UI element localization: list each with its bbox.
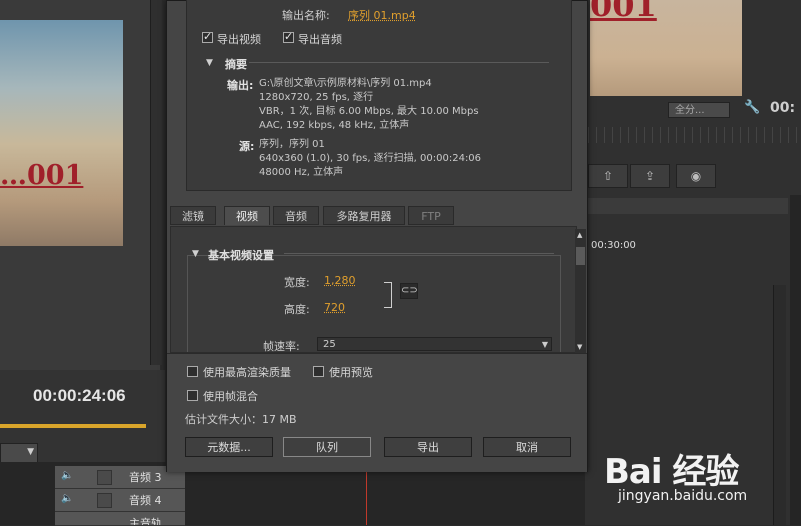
aspect-bracket: [384, 282, 392, 308]
export-button[interactable]: 导出: [384, 437, 472, 457]
output-line: AAC, 192 kbps, 48 kHz, 立体声: [259, 120, 410, 131]
export-settings-dialog: 输出名称: 序列 01.mp4 导出视频 导出音频 ▼ 摘要 输出: G:\原创…: [166, 0, 588, 472]
program-ruler[interactable]: [588, 127, 801, 143]
track-toggle[interactable]: [97, 493, 112, 508]
wrench-icon[interactable]: 🔧: [744, 100, 760, 115]
queue-button[interactable]: 队列: [283, 437, 371, 457]
output-line: VBR，1 次, 目标 6.00 Mbps, 最大 10.00 Mbps: [259, 106, 479, 117]
export-audio-label: 导出音频: [298, 33, 342, 46]
summary-collapse-triangle[interactable]: ▼: [206, 58, 213, 68]
frame-blend-label: 使用帧混合: [203, 390, 258, 403]
track-toggle[interactable]: [97, 470, 112, 485]
baidu-watermark: Bai 经验 jingyan.baidu.com: [600, 438, 801, 525]
scroll-thumb[interactable]: [576, 247, 585, 265]
framerate-label: 帧速率:: [263, 340, 300, 353]
frame-blend-checkbox[interactable]: [187, 390, 198, 401]
speaker-icon[interactable]: 🔈: [61, 470, 73, 482]
max-render-checkbox[interactable]: [187, 366, 198, 377]
scroll-down-icon[interactable]: ▼: [577, 343, 582, 351]
output-line: 1280x720, 25 fps, 逐行: [259, 92, 374, 103]
tab-filters[interactable]: 滤镜: [170, 206, 216, 225]
lift-button[interactable]: ⇧: [588, 164, 628, 188]
link-icon[interactable]: ⊂⊃: [400, 283, 418, 299]
output-key: 输出:: [227, 79, 254, 92]
cancel-button[interactable]: 取消: [483, 437, 571, 457]
source-line: 序列，序列 01: [259, 139, 325, 150]
track-label: 主音轨: [129, 517, 162, 526]
framerate-value: 25: [323, 339, 336, 350]
source-line: 48000 Hz, 立体声: [259, 167, 344, 178]
source-key: 源:: [239, 140, 255, 153]
max-render-label: 使用最高渲染质量: [203, 366, 291, 379]
export-audio-checkbox[interactable]: [283, 30, 294, 43]
speaker-icon[interactable]: 🔈: [61, 493, 73, 505]
source-progress-bar[interactable]: [0, 424, 146, 428]
width-label: 宽度:: [284, 276, 310, 289]
estimated-file-size: 估计文件大小：17 MB: [185, 413, 297, 426]
source-preview-thumbnail: …001: [0, 20, 123, 246]
fit-select-value: 全分...: [675, 105, 705, 116]
export-video-checkbox[interactable]: [202, 30, 213, 43]
sequence-ruler-time: 00:30:00: [591, 240, 636, 251]
chevron-down-icon: ▼: [27, 447, 34, 457]
sequence-panel-header: [588, 198, 788, 214]
output-name-label: 输出名称:: [282, 9, 330, 22]
basic-video-divider: [284, 253, 554, 254]
output-line: G:\原创文章\示例原材料\序列 01.mp4: [259, 78, 432, 89]
chevron-down-icon: ▼: [541, 340, 548, 349]
program-timecode[interactable]: 00:: [770, 100, 795, 116]
camera-icon[interactable]: ◉: [676, 164, 716, 188]
height-label: 高度:: [284, 303, 310, 316]
summary-heading: 摘要: [225, 58, 247, 71]
tab-ftp[interactable]: FTP: [408, 206, 454, 225]
program-preview-thumbnail: 001: [590, 0, 742, 96]
tab-multiplexer[interactable]: 多路复用器: [323, 206, 405, 225]
source-dropdown[interactable]: ▼: [0, 443, 38, 463]
basic-video-collapse-triangle[interactable]: ▼: [192, 249, 199, 259]
left-panel-scrollbar[interactable]: [150, 0, 162, 365]
thumbnail-text: …001: [0, 160, 84, 191]
track-audio-4[interactable]: 🔈 音频 4: [55, 489, 185, 512]
scroll-up-icon[interactable]: ▲: [577, 231, 582, 239]
width-value[interactable]: 1,280: [324, 274, 356, 287]
metadata-button[interactable]: 元数据...: [185, 437, 273, 457]
basic-video-title: 基本视频设置: [208, 249, 274, 262]
extract-button[interactable]: ⇪: [630, 164, 670, 188]
watermark-url: jingyan.baidu.com: [618, 488, 748, 504]
use-previews-label: 使用预览: [329, 366, 373, 379]
tab-video[interactable]: 视频: [224, 206, 270, 225]
height-value[interactable]: 720: [324, 301, 345, 314]
source-line: 640x360 (1.0), 30 fps, 逐行扫描, 00:00:24:06: [259, 153, 482, 164]
summary-divider: [249, 62, 549, 63]
source-timecode[interactable]: 00:00:24:06: [33, 386, 126, 406]
export-video-label: 导出视频: [217, 33, 261, 46]
track-master[interactable]: 主音轨: [55, 512, 185, 526]
track-label: 音频 3: [129, 471, 162, 484]
output-name-link[interactable]: 序列 01.mp4: [348, 7, 416, 23]
video-settings-panel: ▼ 基本视频设置 宽度: 1,280 高度: 720 帧速率: 25 ▼: [170, 226, 577, 353]
use-previews-checkbox[interactable]: [313, 366, 324, 377]
source-summary: 序列，序列 01 640x360 (1.0), 30 fps, 逐行扫描, 00…: [259, 138, 481, 180]
thumbnail-text: 001: [590, 0, 657, 24]
watermark-brand: Bai 经验: [604, 452, 739, 492]
settings-scrollbar[interactable]: ▲ ▼: [575, 229, 586, 353]
track-label: 音频 4: [129, 494, 162, 507]
framerate-select[interactable]: 25 ▼: [317, 337, 552, 351]
settings-tabs: 滤镜 视频 音频 多路复用器 FTP: [170, 206, 570, 226]
fit-select[interactable]: 全分...: [668, 102, 730, 118]
output-summary: G:\原创文章\示例原材料\序列 01.mp4 1280x720, 25 fps…: [259, 77, 479, 133]
tab-audio[interactable]: 音频: [273, 206, 319, 225]
